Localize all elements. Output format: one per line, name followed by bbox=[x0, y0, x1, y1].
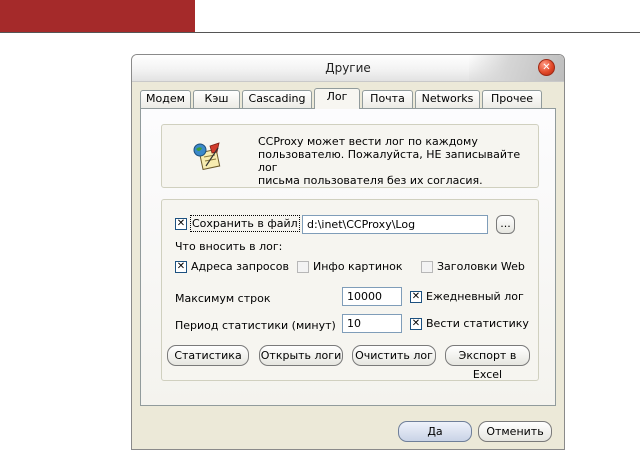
tab-networks[interactable]: Networks bbox=[415, 90, 480, 108]
log-tab-panel: CCProxy может вести лог по каждому польз… bbox=[140, 108, 556, 406]
top-banner bbox=[0, 0, 195, 33]
check-icon: ✕ bbox=[176, 261, 186, 272]
top-divider bbox=[0, 32, 640, 33]
tab-other[interactable]: Прочее bbox=[482, 90, 542, 108]
close-icon: ✕ bbox=[542, 62, 551, 73]
info-group: CCProxy может вести лог по каждому польз… bbox=[161, 124, 539, 188]
image-info-checkbox[interactable] bbox=[297, 261, 309, 273]
save-to-file-label[interactable]: Сохранить в файл bbox=[190, 215, 300, 232]
max-lines-label: Максимум строк bbox=[175, 292, 271, 305]
max-lines-input[interactable]: 10000 bbox=[342, 287, 402, 306]
daily-log-label[interactable]: Ежедневный лог bbox=[426, 290, 524, 303]
tab-cache[interactable]: Кэш bbox=[193, 90, 240, 108]
log-notepad-icon bbox=[193, 142, 221, 170]
keep-stats-label[interactable]: Вести статистику bbox=[426, 317, 529, 330]
statistics-button[interactable]: Статистика bbox=[167, 345, 249, 366]
stats-period-input[interactable]: 10 bbox=[342, 314, 402, 333]
tab-log[interactable]: Лог bbox=[314, 88, 360, 109]
export-excel-button[interactable]: Экспорт в Excel bbox=[445, 345, 530, 381]
info-line-2: пользователю. Пожалуйста, НЕ записывайте… bbox=[258, 148, 521, 174]
daily-log-checkbox[interactable]: ✕ bbox=[410, 291, 422, 303]
tab-mail[interactable]: Почта bbox=[362, 90, 413, 108]
request-addresses-label[interactable]: Адреса запросов bbox=[191, 260, 289, 273]
tab-cascading[interactable]: Cascading bbox=[242, 90, 312, 108]
check-icon: ✕ bbox=[176, 218, 186, 229]
log-settings-group: ✕ Сохранить в файл d:\inet\CCProxy\Log .… bbox=[161, 199, 539, 381]
web-headers-label[interactable]: Заголовки Web bbox=[437, 260, 525, 273]
web-headers-checkbox[interactable] bbox=[421, 261, 433, 273]
info-line-3: письма пользователя без их согласия. bbox=[258, 174, 483, 187]
open-logs-button[interactable]: Открыть логи bbox=[259, 345, 343, 366]
cancel-button[interactable]: Отменить bbox=[478, 421, 552, 442]
keep-stats-checkbox[interactable]: ✕ bbox=[410, 318, 422, 330]
log-contents-label: Что вносить в лог: bbox=[175, 240, 283, 253]
dialog-window: Другие ✕ Модем Кэш Cascading Лог Почта N… bbox=[131, 54, 565, 450]
info-text: CCProxy может вести лог по каждому польз… bbox=[258, 135, 538, 187]
check-icon: ✕ bbox=[411, 318, 421, 329]
title-bar[interactable]: Другие ✕ bbox=[132, 55, 564, 82]
image-info-label[interactable]: Инфо картинок bbox=[313, 260, 403, 273]
check-icon: ✕ bbox=[411, 291, 421, 302]
browse-button[interactable]: ... bbox=[496, 215, 515, 234]
info-line-1: CCProxy может вести лог по каждому bbox=[258, 135, 478, 148]
ok-button[interactable]: Да bbox=[398, 421, 472, 442]
log-path-input[interactable]: d:\inet\CCProxy\Log bbox=[302, 215, 488, 234]
save-to-file-checkbox[interactable]: ✕ bbox=[175, 218, 187, 230]
clear-log-button[interactable]: Очистить лог bbox=[352, 345, 436, 366]
close-button[interactable]: ✕ bbox=[538, 59, 555, 76]
stats-period-label: Период статистики (минут) bbox=[175, 319, 336, 332]
tab-modem[interactable]: Модем bbox=[140, 90, 191, 108]
request-addresses-checkbox[interactable]: ✕ bbox=[175, 261, 187, 273]
window-title: Другие bbox=[325, 61, 371, 75]
tab-strip: Модем Кэш Cascading Лог Почта Networks П… bbox=[140, 88, 560, 109]
